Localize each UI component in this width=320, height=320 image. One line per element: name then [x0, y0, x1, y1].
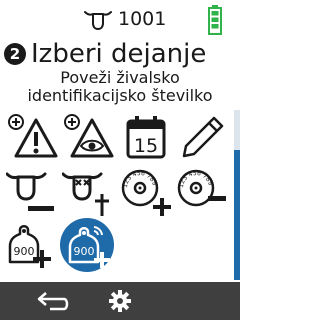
svg-text:123 456 789: 123 456 789	[178, 170, 214, 188]
bottom-nav-bar	[0, 282, 240, 320]
eye-alert-plus-icon	[64, 114, 114, 158]
electronic-tag-number: 900	[74, 245, 95, 258]
gear-icon	[109, 290, 131, 312]
alert-plus-icon	[8, 114, 58, 158]
ear-tag-number: 900	[14, 245, 35, 258]
animal-id-indicator: 1001	[84, 8, 166, 30]
back-arrow-icon	[37, 292, 69, 311]
page-title: Izberi dejanje	[31, 39, 207, 69]
svg-text:123 456 789: 123 456 789	[122, 170, 158, 188]
back-button[interactable]	[26, 282, 82, 320]
ear-tag-plus-icon: 900	[8, 225, 51, 268]
cow-minus-icon	[6, 172, 54, 211]
scrollbar-thumb[interactable]	[234, 150, 240, 280]
remove-disc-tag-button[interactable]: 123 456 789	[174, 168, 230, 218]
disc-tag-number: 123 456 789	[122, 170, 158, 188]
page-subtitle: Poveži živalsko identifikacijsko številk…	[27, 68, 213, 105]
disc-tag-number-2: 123 456 789	[178, 170, 214, 188]
add-disc-tag-button[interactable]: 123 456 789	[118, 168, 174, 218]
screen-header: 2 Izberi dejanje	[4, 39, 206, 69]
add-alert-button[interactable]	[6, 112, 62, 162]
edit-button[interactable]	[174, 112, 230, 162]
add-observation-button[interactable]	[62, 112, 118, 162]
pencil-icon	[182, 116, 224, 158]
remove-animal-button[interactable]	[6, 168, 62, 218]
status-bar: 1001	[0, 0, 240, 40]
electronic-tag-plus-icon: 900	[68, 226, 110, 268]
animal-id-number: 1001	[118, 8, 167, 30]
add-electronic-tag-button[interactable]: 900	[60, 218, 116, 272]
calendar-icon: 15	[126, 116, 166, 159]
calendar-day: 15	[134, 135, 158, 157]
settings-button[interactable]	[92, 282, 148, 320]
add-ear-tag-button[interactable]: 900	[6, 222, 62, 272]
disc-tag-plus-icon: 123 456 789	[121, 169, 171, 216]
dead-animal-button[interactable]	[62, 168, 118, 218]
disc-tag-minus-icon: 123 456 789	[177, 169, 226, 207]
dead-cow-icon	[62, 172, 109, 216]
step-badge: 2	[4, 43, 26, 65]
calendar-event-button[interactable]: 15	[118, 112, 174, 162]
battery-icon	[208, 5, 222, 35]
cow-head-icon	[84, 11, 112, 30]
